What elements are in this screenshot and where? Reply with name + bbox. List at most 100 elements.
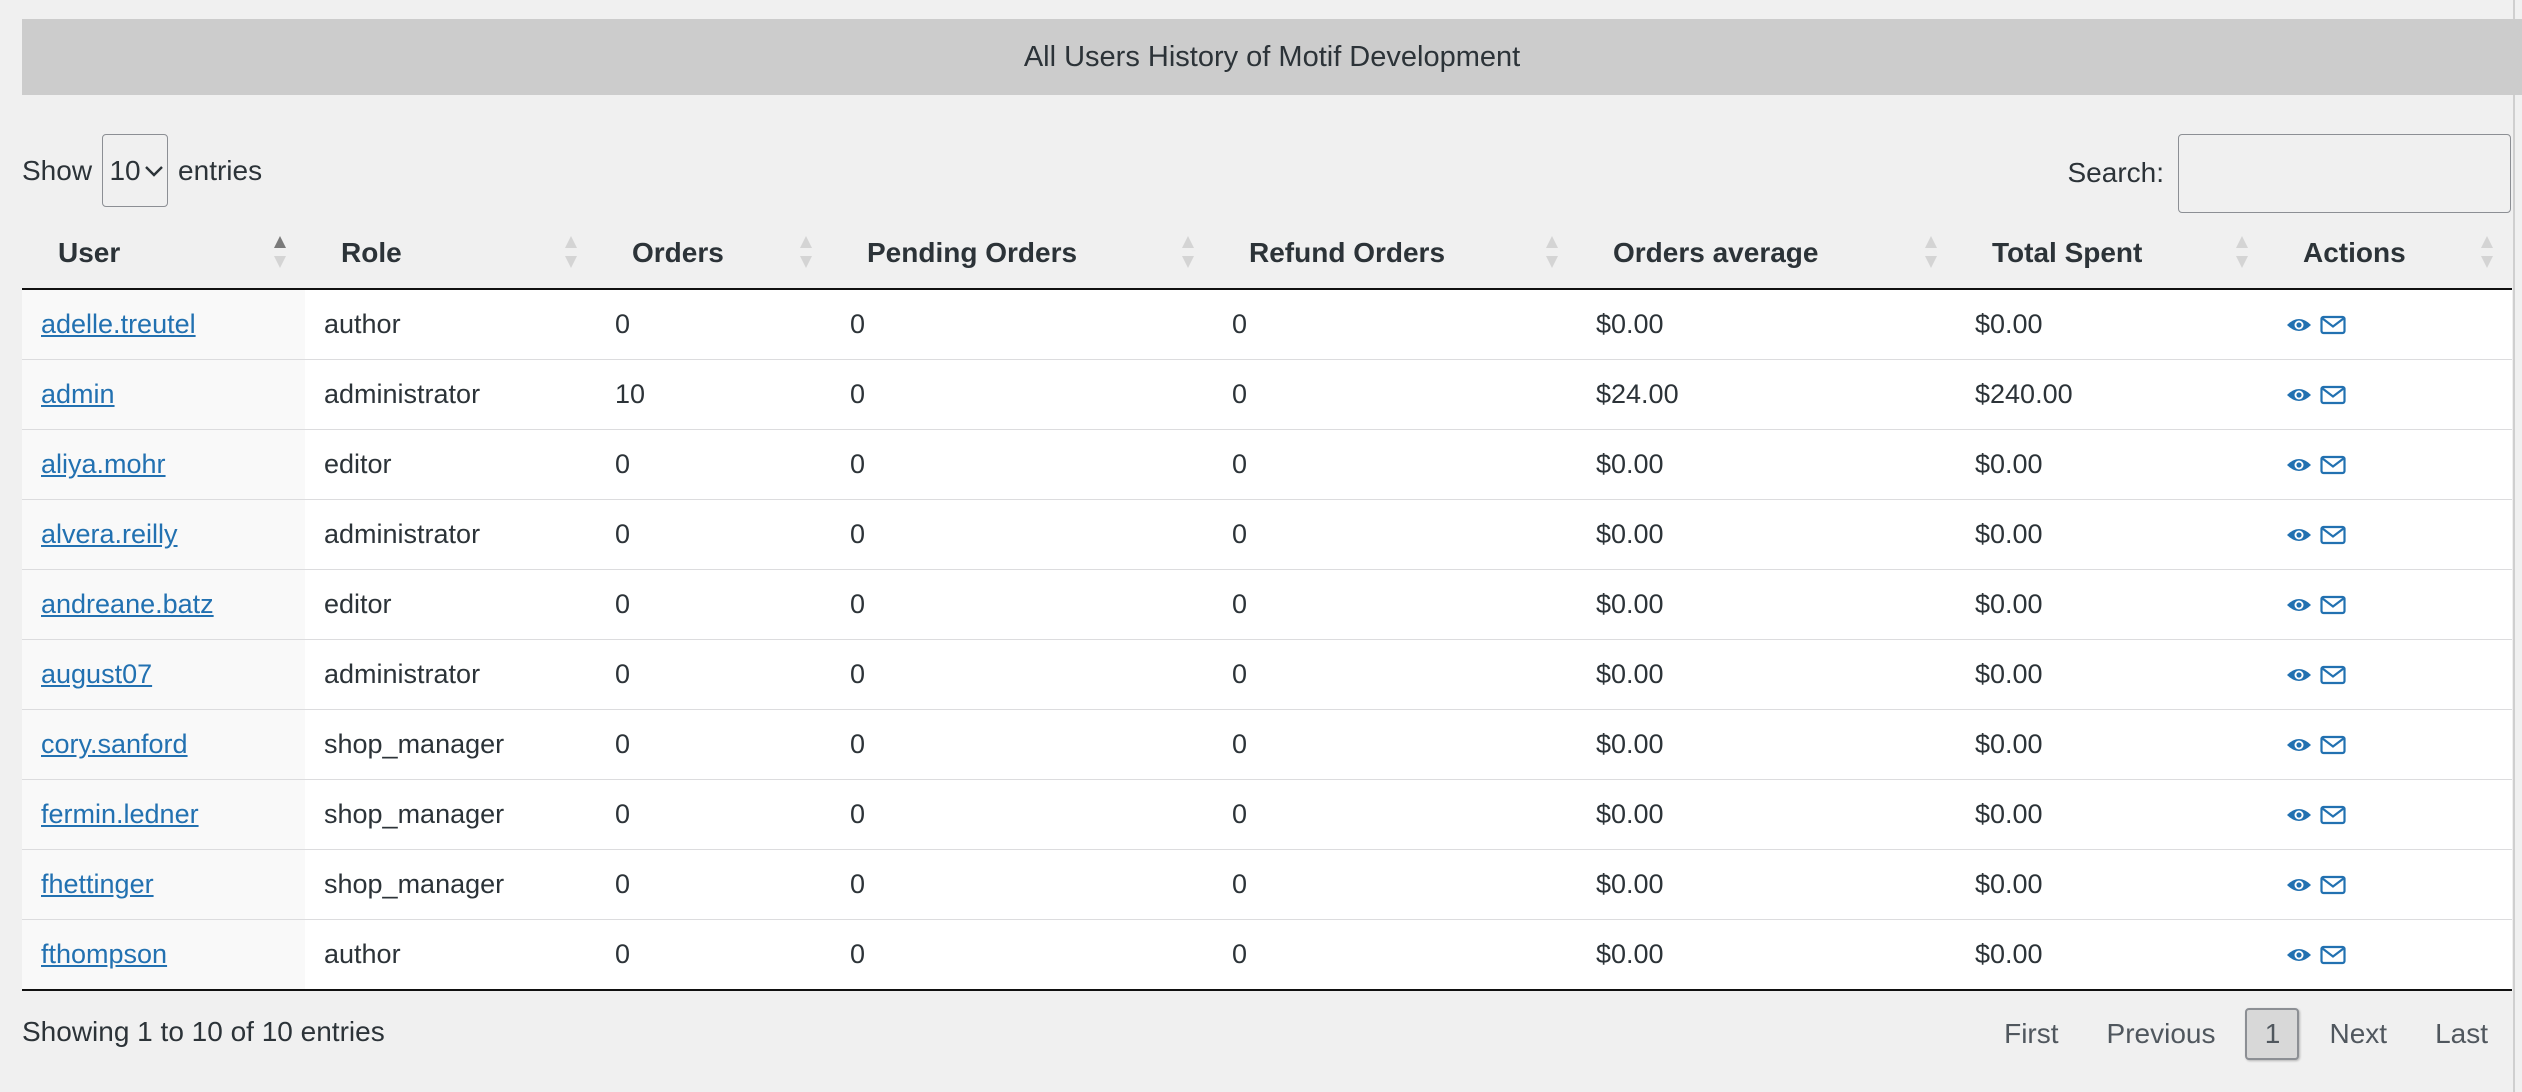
column-header-label: User	[58, 237, 121, 268]
row-actions	[2286, 875, 2512, 895]
cell-value: 10	[615, 379, 646, 409]
cell-orders: 0	[596, 919, 831, 991]
user-link[interactable]: fhettinger	[41, 869, 154, 899]
table-row: adelle.treutel author 0 0 0 $0.00 $0.00	[22, 289, 2512, 360]
user-link[interactable]: admin	[41, 379, 115, 409]
cell-value: 0	[1232, 589, 1248, 619]
cell-value: 0	[615, 939, 631, 969]
table-info: Showing 1 to 10 of 10 entries	[22, 1016, 385, 1047]
table-row: aliya.mohr editor 0 0 0 $0.00 $0.00	[22, 429, 2512, 500]
eye-icon[interactable]	[2286, 315, 2312, 335]
cell-value: 0	[1232, 379, 1248, 409]
table-row: andreane.batz editor 0 0 0 $0.00 $0.00	[22, 569, 2512, 640]
cell-user: fermin.ledner	[22, 779, 305, 850]
column-header-actions[interactable]: Actions	[2267, 218, 2512, 290]
column-header-pending-orders[interactable]: Pending Orders	[831, 218, 1213, 290]
row-actions	[2286, 315, 2512, 335]
sort-icon	[2481, 236, 2493, 268]
user-link[interactable]: andreane.batz	[41, 589, 214, 619]
envelope-icon[interactable]	[2320, 665, 2346, 685]
search-input[interactable]	[2178, 133, 2511, 213]
user-link[interactable]: alvera.reilly	[41, 519, 178, 549]
cell-actions	[2267, 499, 2512, 570]
cell-role: shop_manager	[305, 709, 596, 780]
column-header-total-spent[interactable]: Total Spent	[1956, 218, 2267, 290]
previous-page-button[interactable]: Previous	[2083, 1008, 2240, 1060]
sort-icon	[1546, 236, 1558, 268]
cell-user: fthompson	[22, 919, 305, 991]
cell-value: $0.00	[1596, 309, 1664, 339]
cell-refund: 0	[1213, 709, 1577, 780]
envelope-icon[interactable]	[2320, 595, 2346, 615]
user-link[interactable]: aliya.mohr	[41, 449, 166, 479]
entries-length-control: Show 10 entries	[22, 133, 262, 208]
eye-icon[interactable]	[2286, 525, 2312, 545]
cell-refund: 0	[1213, 919, 1577, 991]
user-link[interactable]: fthompson	[41, 939, 167, 969]
column-header-orders-average[interactable]: Orders average	[1577, 218, 1956, 290]
cell-actions	[2267, 709, 2512, 780]
user-link[interactable]: adelle.treutel	[41, 309, 196, 339]
column-header-role[interactable]: Role	[305, 218, 596, 290]
cell-pending: 0	[831, 429, 1213, 500]
cell-total: $0.00	[1956, 849, 2267, 920]
column-header-user[interactable]: User	[22, 218, 305, 290]
cell-actions	[2267, 919, 2512, 991]
current-page-button[interactable]: 1	[2245, 1008, 2300, 1060]
table-header-row: User Role Orders Pending Orders Refund Order…	[22, 218, 2512, 290]
user-link[interactable]: fermin.ledner	[41, 799, 199, 829]
cell-value: 0	[1232, 939, 1248, 969]
user-link[interactable]: august07	[41, 659, 152, 689]
cell-value: $0.00	[1596, 449, 1664, 479]
envelope-icon[interactable]	[2320, 875, 2346, 895]
next-page-button[interactable]: Next	[2305, 1008, 2411, 1060]
cell-orders: 0	[596, 639, 831, 710]
envelope-icon[interactable]	[2320, 735, 2346, 755]
cell-value: $0.00	[1975, 449, 2043, 479]
eye-icon[interactable]	[2286, 665, 2312, 685]
eye-icon[interactable]	[2286, 385, 2312, 405]
cell-value: administrator	[324, 519, 481, 549]
column-header-label: Actions	[2303, 237, 2406, 268]
cell-total: $240.00	[1956, 359, 2267, 430]
column-header-label: Orders average	[1613, 237, 1819, 268]
eye-icon[interactable]	[2286, 945, 2312, 965]
cell-average: $24.00	[1577, 359, 1956, 430]
first-page-button[interactable]: First	[1980, 1008, 2082, 1060]
envelope-icon[interactable]	[2320, 315, 2346, 335]
eye-icon[interactable]	[2286, 875, 2312, 895]
cell-value: 0	[1232, 449, 1248, 479]
entries-per-page-select[interactable]: 10	[102, 134, 169, 207]
envelope-icon[interactable]	[2320, 805, 2346, 825]
cell-total: $0.00	[1956, 569, 2267, 640]
envelope-icon[interactable]	[2320, 525, 2346, 545]
column-header-orders[interactable]: Orders	[596, 218, 831, 290]
cell-total: $0.00	[1956, 919, 2267, 991]
envelope-icon[interactable]	[2320, 385, 2346, 405]
cell-role: administrator	[305, 639, 596, 710]
last-page-button[interactable]: Last	[2411, 1008, 2512, 1060]
eye-icon[interactable]	[2286, 805, 2312, 825]
cell-value: $0.00	[1975, 659, 2043, 689]
user-link[interactable]: cory.sanford	[41, 729, 188, 759]
column-header-refund-orders[interactable]: Refund Orders	[1213, 218, 1577, 290]
show-label: Show	[22, 154, 93, 186]
cell-value: 0	[850, 309, 866, 339]
cell-value: 0	[1232, 309, 1248, 339]
cell-orders: 0	[596, 289, 831, 360]
cell-average: $0.00	[1577, 779, 1956, 850]
cell-value: $0.00	[1975, 799, 2043, 829]
table-row: admin administrator 10 0 0 $24.00 $240.00	[22, 359, 2512, 430]
eye-icon[interactable]	[2286, 455, 2312, 475]
envelope-icon[interactable]	[2320, 945, 2346, 965]
sort-icon	[565, 236, 577, 268]
cell-value: $0.00	[1975, 519, 2043, 549]
eye-icon[interactable]	[2286, 595, 2312, 615]
cell-value: 0	[615, 309, 631, 339]
eye-icon[interactable]	[2286, 735, 2312, 755]
cell-value: $240.00	[1975, 379, 2073, 409]
cell-actions	[2267, 569, 2512, 640]
cell-user: adelle.treutel	[22, 289, 305, 360]
envelope-icon[interactable]	[2320, 455, 2346, 475]
cell-user: andreane.batz	[22, 569, 305, 640]
